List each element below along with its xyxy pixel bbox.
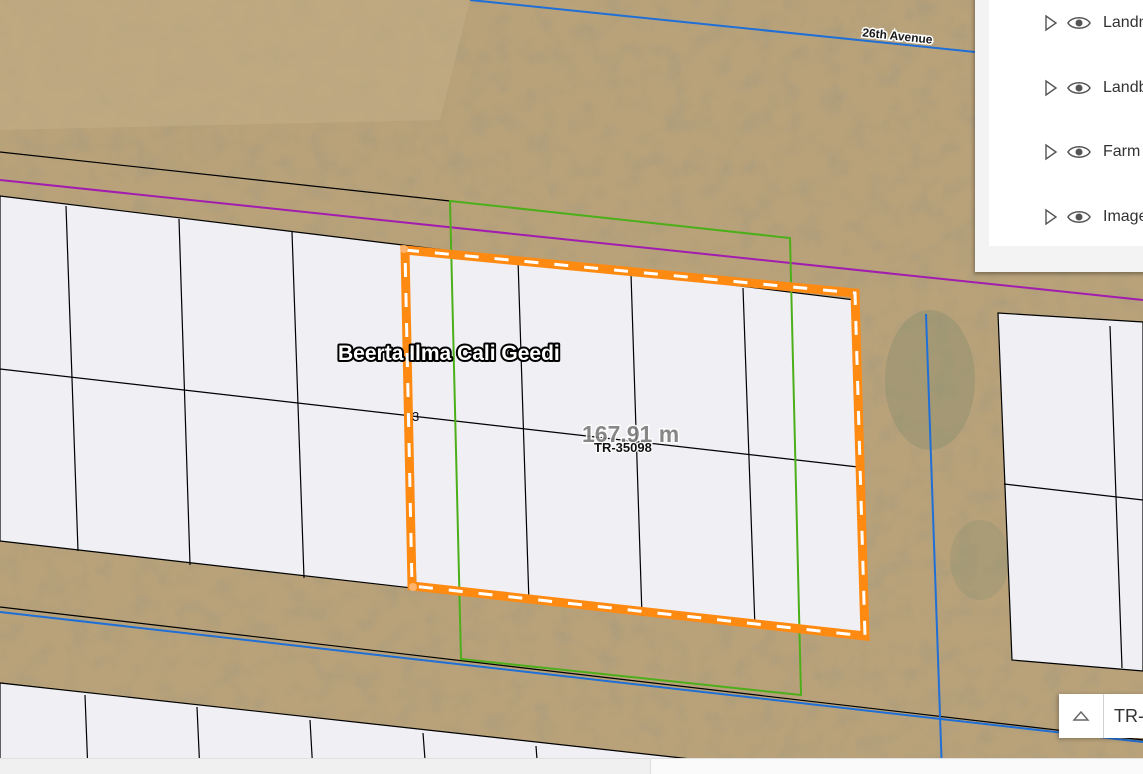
chevron-up-icon (1072, 710, 1090, 721)
eye-icon[interactable] (1067, 209, 1091, 225)
vegetation-patch (950, 520, 1010, 600)
small-label: 3 (412, 409, 419, 424)
selection-vertex-handle[interactable] (409, 583, 417, 591)
map-canvas[interactable]: 26th Avenue Beerta Ilma Cali Geedi 3 167… (0, 0, 1143, 773)
layer-label: Landbase (1103, 79, 1143, 96)
eye-icon[interactable] (1067, 15, 1091, 31)
layer-list: Landmarks Landbase Farm Plans Imagery (989, 0, 1143, 246)
expand-triangle-icon[interactable] (1044, 79, 1058, 97)
place-label: Beerta Ilma Cali Geedi (338, 342, 560, 365)
layer-item-landmarks[interactable]: Landmarks (989, 3, 1143, 43)
expand-triangle-icon[interactable] (1044, 143, 1058, 161)
layer-item-landbase[interactable]: Landbase (989, 68, 1143, 108)
bottom-toolbar-right (650, 759, 1143, 774)
layer-list-panel: Landmarks Landbase Farm Plans Imagery (975, 0, 1143, 272)
feature-info-bar[interactable]: TR-35098 (1059, 694, 1143, 738)
layer-label: Landmarks (1103, 14, 1143, 31)
selection-vertex-handle[interactable] (400, 245, 408, 253)
layer-label: Farm Plans (1103, 143, 1143, 160)
layer-label: Imagery (1103, 208, 1143, 225)
eye-icon[interactable] (1067, 80, 1091, 96)
parcel-id-label: TR-35098 (594, 440, 652, 455)
imagery-light-patch (0, 0, 470, 130)
layer-item-imagery[interactable]: Imagery (989, 197, 1143, 237)
expand-panel-button[interactable] (1059, 694, 1104, 738)
expand-triangle-icon[interactable] (1044, 208, 1058, 226)
expand-triangle-icon[interactable] (1044, 14, 1058, 32)
eye-icon[interactable] (1067, 144, 1091, 160)
bottom-toolbar-strip (0, 758, 1143, 774)
layer-item-farm-plans[interactable]: Farm Plans (989, 132, 1143, 172)
feature-bar-label: TR-35098 (1114, 706, 1143, 726)
